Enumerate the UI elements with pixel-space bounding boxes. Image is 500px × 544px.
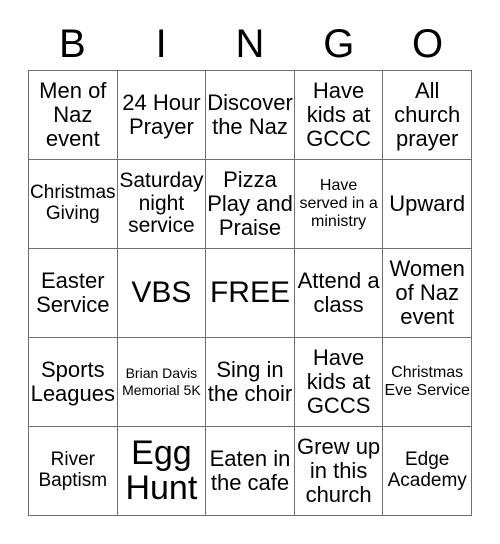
bingo-cell[interactable]: Discover the Naz: [206, 71, 295, 160]
bingo-cell[interactable]: Edge Academy: [383, 427, 472, 516]
bingo-header-row: BINGO: [28, 18, 472, 70]
bingo-cell[interactable]: Eaten in the cafe: [206, 427, 295, 516]
bingo-cell[interactable]: Have kids at GCCC: [294, 71, 384, 160]
bingo-cell-label: Easter Service: [36, 268, 110, 317]
bingo-header-letter-b: B: [59, 22, 86, 66]
bingo-cell-label: Eaten in the cafe: [209, 446, 291, 495]
bingo-cell[interactable]: Egg Hunt: [117, 427, 207, 516]
bingo-cell[interactable]: Pizza Play and Praise: [206, 160, 295, 249]
bingo-cell[interactable]: FREE: [206, 249, 295, 338]
bingo-cell[interactable]: Sports Leagues: [29, 338, 118, 427]
bingo-cell[interactable]: Christmas Giving: [29, 160, 118, 249]
bingo-grid: Men of Naz event 24 Hour Prayer Discover t…: [28, 70, 472, 516]
bingo-cell-label: Christmas Giving: [30, 182, 116, 224]
bingo-cell[interactable]: Grew up in this church: [294, 427, 384, 516]
bingo-cell[interactable]: Women of Naz event: [383, 249, 472, 338]
bingo-cell[interactable]: Upward: [383, 160, 472, 249]
bingo-cell[interactable]: Christmas Eve Service: [383, 338, 472, 427]
bingo-card: B I N G O Men of Naz event 24 Hour Prayer Disc…: [0, 0, 500, 544]
bingo-header-letter-g: G: [323, 22, 355, 66]
bingo-cell-label: Pizza Play and Praise: [207, 167, 293, 240]
bingo-cell-label: Women of Naz event: [389, 256, 465, 329]
bingo-cell[interactable]: Have served in a ministry: [294, 160, 384, 249]
bingo-cell-label: Have served in a ministry: [299, 176, 378, 231]
bingo-cell[interactable]: 24 Hour Prayer: [117, 71, 207, 160]
bingo-cell[interactable]: Men of Naz event: [29, 71, 118, 160]
bingo-cell-label: Egg Hunt: [125, 434, 198, 507]
bingo-cell[interactable]: Brian Davis Memorial 5K: [117, 338, 207, 427]
bingo-cell-label: River Baptism: [38, 449, 108, 491]
bingo-header-letter-i: I: [155, 22, 167, 66]
bingo-cell-label: All church prayer: [394, 78, 461, 151]
bingo-cell[interactable]: Easter Service: [29, 249, 118, 338]
bingo-cell[interactable]: Attend a class: [294, 249, 384, 338]
bingo-cell-label: Sing in the choir: [207, 357, 293, 406]
bingo-cell-label: FREE: [209, 275, 290, 309]
bingo-cell-label: Upward: [389, 191, 466, 217]
bingo-cell[interactable]: Saturday night service: [117, 160, 207, 249]
bingo-cell-label: Edge Academy: [387, 449, 467, 491]
bingo-cell-label: Men of Naz event: [39, 78, 107, 151]
bingo-cell[interactable]: VBS: [117, 249, 207, 338]
bingo-header-letter-n: N: [235, 22, 265, 66]
bingo-cell-label: Grew up in this church: [297, 434, 381, 507]
bingo-cell-label: Discover the Naz: [207, 90, 293, 139]
bingo-cell-label: Attend a class: [297, 268, 380, 317]
bingo-cell-label: Have kids at GCCC: [306, 78, 371, 151]
bingo-cell-label: 24 Hour Prayer: [122, 90, 201, 139]
bingo-cell[interactable]: River Baptism: [29, 427, 118, 516]
bingo-cell-label: Saturday night service: [119, 168, 204, 238]
bingo-cell[interactable]: All church prayer: [383, 71, 472, 160]
bingo-cell[interactable]: Have kids at GCCS: [294, 338, 384, 427]
bingo-cell-label: Christmas Eve Service: [384, 363, 470, 399]
bingo-cell[interactable]: Sing in the choir: [206, 338, 295, 427]
bingo-cell-label: Sports Leagues: [30, 357, 115, 406]
bingo-cell-label: Brian Davis Memorial 5K: [122, 365, 201, 398]
bingo-header-letter-o: O: [412, 22, 444, 66]
bingo-cell-label: VBS: [131, 275, 192, 309]
bingo-cell-label: Have kids at GCCS: [306, 345, 371, 418]
